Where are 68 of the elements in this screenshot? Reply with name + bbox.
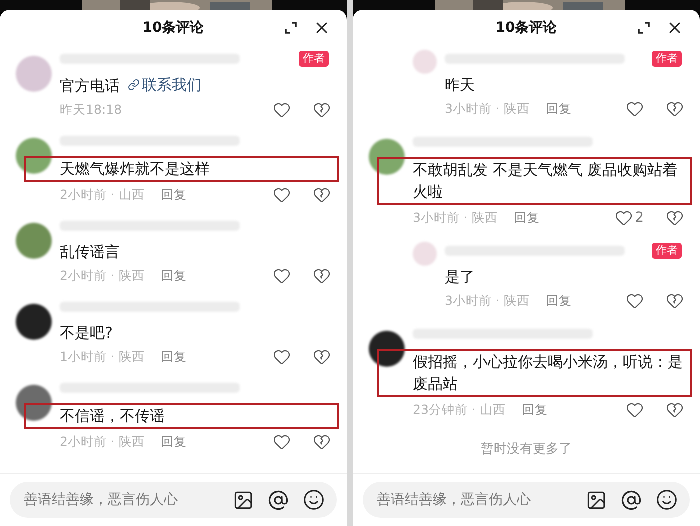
comment-text: 不信谣，不传谣 [24, 403, 339, 429]
comment-text: 昨天 [445, 75, 476, 96]
like-icon[interactable] [626, 292, 644, 310]
author-badge: 作者 [652, 51, 682, 67]
dislike-icon[interactable] [666, 209, 684, 227]
comment-text: 不是吧? [60, 323, 114, 344]
dislike-icon[interactable] [313, 348, 331, 366]
avatar[interactable] [16, 304, 52, 340]
like-icon[interactable] [273, 267, 291, 285]
expand-icon[interactable] [636, 20, 652, 36]
like-icon[interactable] [273, 433, 291, 451]
image-icon[interactable] [586, 490, 607, 510]
comment-text: 乱传谣言 [60, 242, 121, 263]
comment-meta: 23分钟前 · 山西 [413, 400, 506, 419]
reply-link[interactable]: 回复 [160, 186, 187, 204]
reply-link[interactable]: 回复 [160, 348, 187, 366]
reply-link[interactable]: 回复 [546, 100, 572, 118]
end-note: 暂时没有更多了 [480, 441, 573, 459]
link-icon [128, 79, 140, 91]
comment-meta: 2小时前 · 山西 [60, 186, 145, 204]
mention-icon[interactable] [621, 490, 642, 510]
comment-meta: 1小时前 · 陕西 [60, 348, 145, 366]
comment-text: 是了 [445, 267, 476, 288]
dislike-icon[interactable] [313, 101, 331, 119]
avatar[interactable] [369, 331, 405, 367]
reply-link[interactable]: 回复 [160, 266, 187, 286]
like-icon[interactable] [273, 101, 291, 119]
like-icon[interactable] [615, 209, 634, 227]
like-icon[interactable] [273, 348, 291, 366]
comment-meta: 3小时前 · 陕西 [445, 100, 530, 118]
dislike-icon[interactable] [313, 186, 331, 204]
author-badge: 作者 [299, 51, 329, 67]
like-icon[interactable] [626, 401, 644, 419]
like-icon[interactable] [626, 100, 644, 118]
emoji-icon[interactable] [303, 489, 325, 511]
dislike-icon[interactable] [666, 100, 684, 118]
dislike-icon[interactable] [313, 433, 331, 451]
comment-meta: 3小时前 · 陕西 [445, 292, 530, 310]
dislike-icon[interactable] [666, 292, 684, 310]
avatar[interactable] [369, 139, 405, 175]
comment-meta: 昨天18:18 [60, 100, 122, 119]
like-count: 2 [635, 208, 644, 228]
avatar[interactable] [16, 138, 52, 174]
dislike-icon[interactable] [313, 267, 331, 285]
author-badge: 作者 [652, 243, 682, 259]
comment-text: 假招摇，小心拉你去喝小米汤，听说：是废品站 [377, 349, 692, 397]
expand-icon[interactable] [283, 20, 299, 36]
dislike-icon[interactable] [666, 401, 684, 419]
comment-input[interactable]: 善语结善缘，恶言伤人心 [363, 482, 690, 518]
avatar[interactable] [16, 385, 52, 421]
mention-icon[interactable] [268, 490, 289, 510]
comment-meta: 3小时前 · 陕西 [413, 208, 498, 227]
comment-text: 官方电话 联系我们 [60, 74, 203, 97]
comment-input[interactable]: 善语结善缘，恶言伤人心 [10, 482, 337, 518]
reply-link[interactable]: 回复 [546, 292, 572, 310]
panel-title: 10条评论 [496, 18, 558, 38]
image-icon[interactable] [233, 490, 254, 510]
panel-title: 10条评论 [142, 18, 204, 38]
comment-text: 不敢胡乱发 不是天气燃气 废品收购站着火啦 [377, 157, 692, 205]
emoji-icon[interactable] [656, 489, 678, 511]
reply-link[interactable]: 回复 [160, 432, 187, 452]
comment-meta: 2小时前 · 陕西 [60, 266, 145, 285]
reply-link[interactable]: 回复 [514, 208, 540, 228]
comment-text: 天燃气爆炸就不是这样 [24, 156, 339, 182]
reply-link[interactable]: 回复 [522, 400, 548, 420]
contact-link[interactable]: 联系我们 [128, 74, 202, 96]
comment-meta: 2小时前 · 陕西 [60, 432, 145, 451]
like-icon[interactable] [273, 186, 291, 204]
